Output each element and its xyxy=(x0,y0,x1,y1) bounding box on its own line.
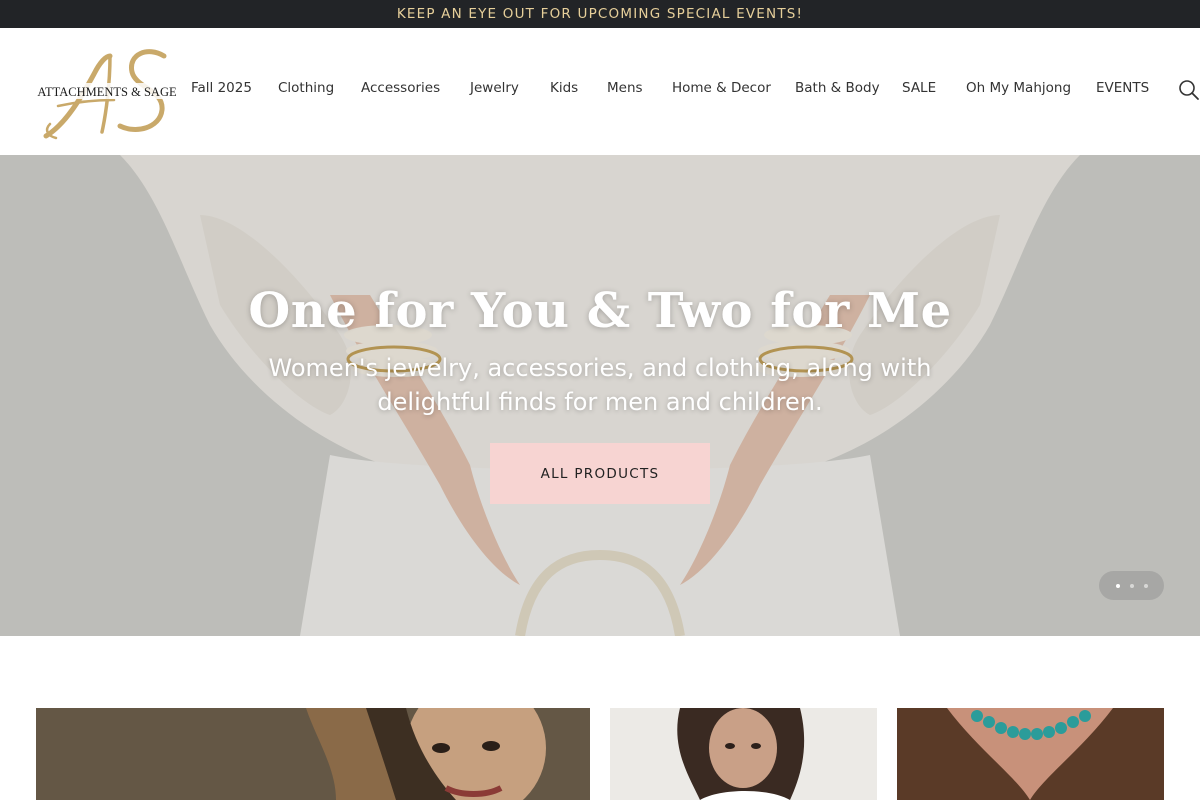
collection-image-2 xyxy=(610,708,877,800)
featured-collections xyxy=(0,636,1200,800)
slide-dot-1[interactable] xyxy=(1115,583,1120,588)
nav-item-bath-body[interactable]: Bath & Body xyxy=(795,80,880,96)
announcement-text: KEEP AN EYE OUT FOR UPCOMING SPECIAL EVE… xyxy=(396,6,804,22)
slide-dot-3[interactable] xyxy=(1143,583,1148,588)
nav-item-accessories[interactable]: Accessories xyxy=(361,80,440,96)
nav-item-events[interactable]: EVENTS xyxy=(1096,80,1149,96)
all-products-button[interactable]: ALL PRODUCTS xyxy=(490,443,710,504)
search-button[interactable] xyxy=(1178,79,1200,103)
nav-item-kids[interactable]: Kids xyxy=(550,80,578,96)
nav-item-jewelry[interactable]: Jewelry xyxy=(470,80,519,96)
collection-tile-1[interactable] xyxy=(36,708,590,800)
nav-item-oh-my-mahjong[interactable]: Oh My Mahjong xyxy=(966,80,1071,96)
slide-dot-2[interactable] xyxy=(1129,583,1134,588)
main-nav: Fall 2025 Clothing Accessories Jewelry K… xyxy=(0,28,1200,155)
search-icon xyxy=(1179,80,1199,100)
collection-image-1 xyxy=(36,708,590,800)
slider-pagination xyxy=(1099,571,1164,600)
site-header: ATTACHMENTS & SAGE Fall 2025 Clothing Ac… xyxy=(0,28,1200,155)
hero-title: One for You & Two for Me xyxy=(248,283,952,339)
hero-subtitle: Women's jewelry, accessories, and clothi… xyxy=(268,354,932,416)
hero-banner: One for You & Two for Me Women's jewelry… xyxy=(0,155,1200,636)
collection-image-3 xyxy=(897,708,1164,800)
collection-tile-3[interactable] xyxy=(897,708,1164,800)
announcement-bar: KEEP AN EYE OUT FOR UPCOMING SPECIAL EVE… xyxy=(0,0,1200,28)
nav-item-home-decor[interactable]: Home & Decor xyxy=(672,80,771,96)
collection-tile-2[interactable] xyxy=(610,708,877,800)
nav-item-mens[interactable]: Mens xyxy=(607,80,643,96)
nav-item-sale[interactable]: SALE xyxy=(902,80,936,96)
nav-item-clothing[interactable]: Clothing xyxy=(278,80,334,96)
nav-item-fall-2025[interactable]: Fall 2025 xyxy=(191,80,252,96)
